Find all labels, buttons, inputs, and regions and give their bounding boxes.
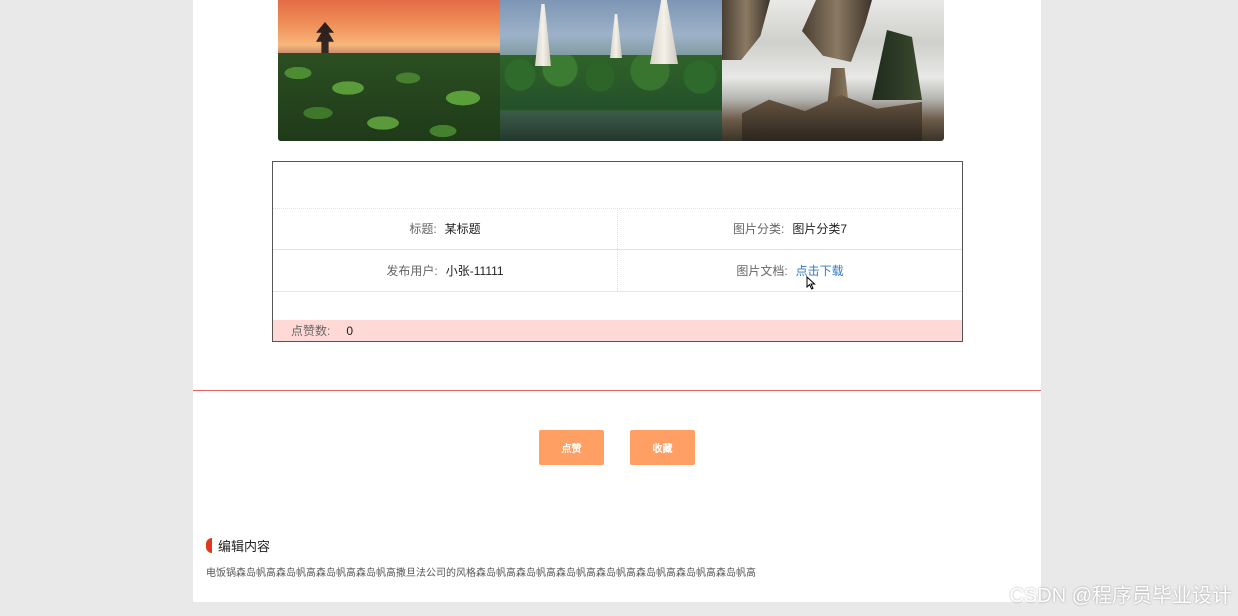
document-label: 图片文档: — [736, 264, 788, 278]
cliff-center — [802, 0, 872, 62]
publisher-cell: 发布用户: 小张-11111 — [273, 250, 617, 291]
title-value: 某标题 — [444, 222, 481, 236]
watermark: CSDN @程序员毕业设计 — [1009, 585, 1232, 607]
cliff-left — [722, 0, 770, 60]
title-cell: 标题: 某标题 — [273, 208, 617, 249]
likes-count: 0 — [346, 323, 354, 338]
like-button[interactable]: 点赞 — [539, 430, 604, 465]
pine-tree — [872, 30, 922, 100]
content-body: 电饭锅森岛帆高森岛帆高森岛帆高森岛帆高撒旦法公司的风格森岛帆高森岛帆高森岛帆高森… — [206, 568, 756, 579]
mouse-cursor-icon — [806, 276, 816, 290]
details-spacer-row — [273, 292, 962, 320]
pagoda-left — [535, 4, 551, 66]
document-cell: 图片文档: 点击下载 — [617, 250, 962, 291]
pagoda-photo[interactable] — [500, 0, 722, 141]
water-reflection — [500, 111, 722, 141]
tree-line — [500, 55, 722, 110]
download-link[interactable]: 点击下载 — [796, 262, 844, 279]
likes-row: 点赞数: 0 — [273, 320, 962, 341]
content-section-title-text: 编辑内容 — [218, 538, 271, 554]
category-value: 图片分类7 — [792, 222, 848, 236]
category-label: 图片分类: — [732, 222, 785, 236]
section-marker-icon — [206, 537, 212, 553]
detail-page: 标题: 某标题 图片分类: 图片分类7 发布用户: 小张-11111 图片文档:… — [193, 0, 1041, 602]
image-gallery — [278, 0, 944, 141]
pagoda-middle — [610, 14, 622, 58]
lake-sunset-photo[interactable] — [278, 0, 500, 141]
likes-label: 点赞数: — [291, 324, 331, 338]
misty-mountain-photo[interactable] — [722, 0, 944, 141]
details-table: 标题: 某标题 图片分类: 图片分类7 发布用户: 小张-11111 图片文档:… — [272, 161, 963, 342]
title-label: 标题: — [409, 222, 437, 236]
pagoda-right — [650, 0, 678, 64]
favorite-button[interactable]: 收藏 — [630, 430, 695, 465]
details-row-title-category: 标题: 某标题 图片分类: 图片分类7 — [273, 208, 962, 250]
details-header-row — [273, 162, 962, 209]
publisher-value: 小张-11111 — [445, 264, 504, 278]
lotus-leaves — [278, 53, 500, 141]
details-row-publisher-document: 发布用户: 小张-11111 图片文档: 点击下载 — [273, 250, 962, 292]
foreground-rocks — [742, 95, 922, 141]
section-divider — [193, 390, 1041, 391]
content-section-title: 编辑内容 — [206, 537, 271, 554]
publisher-label: 发布用户: — [386, 264, 438, 278]
category-cell: 图片分类: 图片分类7 — [617, 208, 962, 249]
